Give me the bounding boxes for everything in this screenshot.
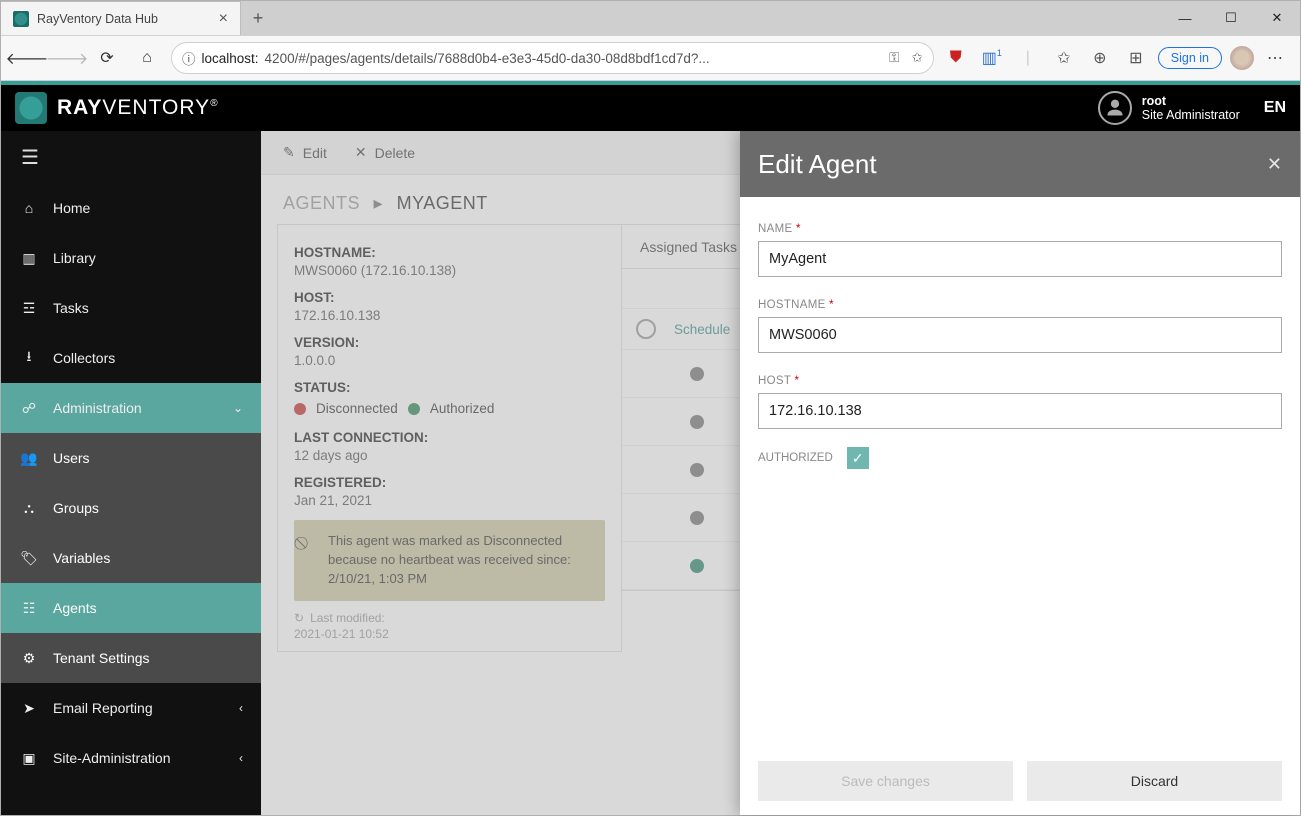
tab-close-icon[interactable]: × (219, 10, 228, 28)
sidebar-item-label: Email Reporting (53, 700, 153, 716)
authorized-checkbox[interactable]: ✓ (847, 447, 869, 469)
sidebar-item-library[interactable]: ▥ Library (1, 233, 261, 283)
sidebar-item-label: Home (53, 200, 90, 216)
sidebar-item-label: Groups (53, 500, 99, 516)
browser-toolbar: 🡐 🡒 ⟳ ⌂ ⓘ localhost: 4200/#/pages/agents/… (1, 35, 1300, 81)
name-input[interactable] (758, 241, 1282, 277)
url-host: localhost: (202, 51, 259, 66)
host-ip-label: HOST * (758, 375, 799, 387)
sidebar-item-tasks[interactable]: ☲ Tasks (1, 283, 261, 333)
sidebar-item-label: Administration (53, 400, 142, 416)
window-minimize-button[interactable]: — (1162, 1, 1208, 35)
discard-button[interactable]: Discard (1027, 761, 1282, 801)
chevron-down-icon: ⌄ (233, 401, 243, 415)
brand-name: RAYVENTORY® (57, 96, 219, 120)
panel-title: Edit Agent (758, 149, 877, 180)
site-icon: ▣ (19, 750, 39, 767)
send-icon: ➤ (19, 700, 39, 717)
favorites-star-icon[interactable]: ✩ (1050, 48, 1078, 68)
user-name: root (1142, 94, 1240, 108)
main: ✎Edit ✕Delete AGENTS ▸ MYAGENT HOSTNAME:… (261, 131, 1300, 815)
groups-icon: ⛬ (19, 500, 39, 517)
sidebar-item-label: Users (53, 450, 90, 466)
new-tab-button[interactable]: + (241, 1, 275, 35)
brand-logo-icon (15, 92, 47, 124)
agents-icon: ☷ (19, 600, 39, 617)
favicon-icon (13, 11, 29, 27)
panel-header: Edit Agent ✕ (740, 131, 1300, 197)
url-path: 4200/#/pages/agents/details/7688d0b4-e3e… (265, 51, 710, 66)
collections-icon[interactable]: ▥1 (978, 48, 1006, 68)
signin-button[interactable]: Sign in (1158, 47, 1222, 69)
chevron-left-icon: ‹ (239, 751, 243, 765)
tab-title: RayVentory Data Hub (37, 12, 158, 26)
separator: | (1014, 49, 1042, 67)
sidebar-item-tenant-settings[interactable]: ⚙ Tenant Settings (1, 633, 261, 683)
save-button[interactable]: Save changes (758, 761, 1013, 801)
user-avatar-icon[interactable] (1098, 91, 1132, 125)
refresh-button[interactable]: ⟳ (91, 42, 123, 74)
sidebar-item-label: Library (53, 250, 96, 266)
sidebar-item-label: Tasks (53, 300, 89, 316)
user-role: Site Administrator (1142, 108, 1240, 122)
sidebar-item-groups[interactable]: ⛬ Groups (1, 483, 261, 533)
edit-agent-panel: Edit Agent ✕ NAME * HOSTNAME * (740, 131, 1300, 815)
hostname-input[interactable] (758, 317, 1282, 353)
hamburger-button[interactable]: ☰ (1, 131, 261, 183)
users-icon: 👥 (19, 450, 39, 467)
sidebar-item-collectors[interactable]: ⭳ Collectors (1, 333, 261, 383)
brand-bar: RAYVENTORY® root Site Administrator EN (1, 81, 1300, 131)
window-close-button[interactable]: ✕ (1254, 1, 1300, 35)
key-icon[interactable]: ⚿ (889, 50, 899, 66)
sidebar-item-administration[interactable]: ☍ Administration ⌄ (1, 383, 261, 433)
user-info[interactable]: root Site Administrator (1142, 94, 1240, 123)
sidebar-item-label: Tenant Settings (53, 650, 150, 666)
name-label: NAME * (758, 223, 801, 235)
library-icon: ▥ (19, 250, 39, 267)
chevron-left-icon: ‹ (239, 701, 243, 715)
profile-avatar[interactable] (1230, 46, 1254, 70)
tag-icon: 🏷 (19, 550, 39, 567)
extensions-icon[interactable]: ⊞ (1122, 48, 1150, 68)
hostname-label: HOSTNAME * (758, 299, 834, 311)
sidebar-item-label: Variables (53, 550, 110, 566)
sidebar-item-site-administration[interactable]: ▣ Site-Administration ‹ (1, 733, 261, 783)
sidebar-item-variables[interactable]: 🏷 Variables (1, 533, 261, 583)
more-menu-button[interactable]: ⋯ (1262, 48, 1290, 68)
shield-icon[interactable]: ⛊ (942, 49, 970, 67)
browser-tab[interactable]: RayVentory Data Hub × (1, 1, 241, 35)
sidebar-item-users[interactable]: 👥 Users (1, 433, 261, 483)
sidebar-item-email-reporting[interactable]: ➤ Email Reporting ‹ (1, 683, 261, 733)
language-switch[interactable]: EN (1264, 99, 1286, 117)
sidebar-item-agents[interactable]: ☷ Agents (1, 583, 261, 633)
collections-add-icon[interactable]: ⊕ (1086, 48, 1114, 68)
titlebar: RayVentory Data Hub × + — ☐ ✕ (1, 1, 1300, 35)
admin-icon: ☍ (19, 400, 39, 417)
tasks-icon: ☲ (19, 300, 39, 317)
home-icon: ⌂ (19, 200, 39, 216)
window-maximize-button[interactable]: ☐ (1208, 1, 1254, 35)
host-ip-input[interactable] (758, 393, 1282, 429)
site-info-icon[interactable]: ⓘ (182, 48, 196, 68)
sidebar-item-label: Site-Administration (53, 750, 171, 766)
home-button[interactable]: ⌂ (131, 42, 163, 74)
close-panel-button[interactable]: ✕ (1267, 154, 1282, 175)
gear-icon: ⚙ (19, 650, 39, 667)
favorite-icon[interactable]: ✩ (911, 50, 922, 66)
back-button[interactable]: 🡐 (11, 42, 43, 74)
sidebar-item-home[interactable]: ⌂ Home (1, 183, 261, 233)
sidebar-item-label: Collectors (53, 350, 115, 366)
address-bar[interactable]: ⓘ localhost: 4200/#/pages/agents/details/… (171, 42, 934, 74)
authorized-label: AUTHORIZED (758, 452, 833, 464)
download-icon: ⭳ (19, 346, 39, 370)
forward-button[interactable]: 🡒 (51, 42, 83, 74)
sidebar-item-label: Agents (53, 600, 97, 616)
sidebar: ☰ ⌂ Home ▥ Library ☲ Tasks ⭳ Collectors ☍ Adm… (1, 131, 261, 815)
